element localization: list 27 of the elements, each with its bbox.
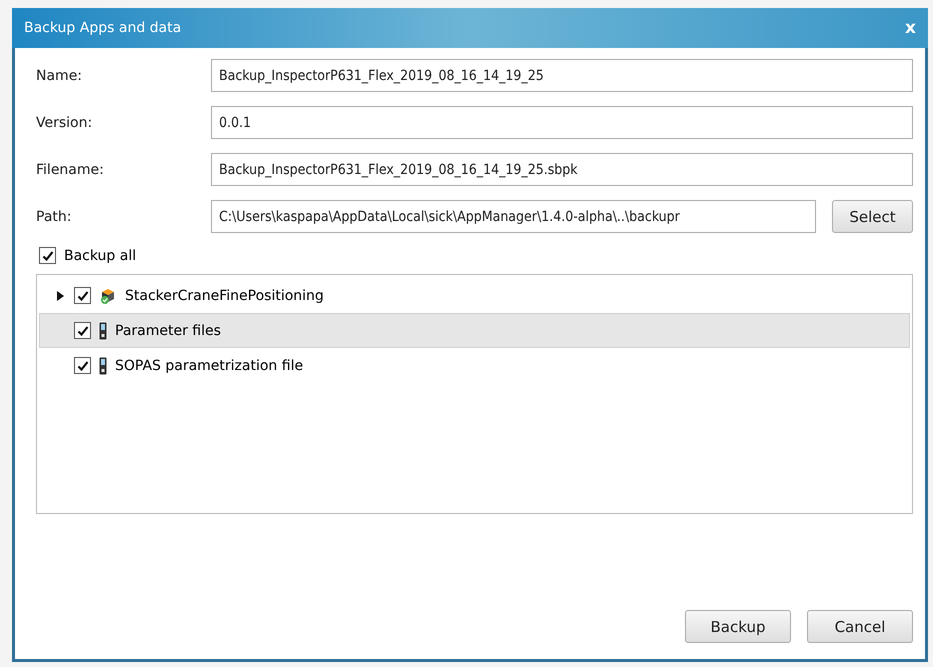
input-field[interactable]: C:\Users\kaspapa\AppData\Local\sick\AppManager\1.4.0-alpha\..\backupr (211, 200, 816, 233)
checkbox[interactable] (74, 357, 91, 374)
checkbox[interactable] (39, 247, 56, 264)
field-label: Name: (36, 68, 84, 84)
field-label: Filename: (36, 162, 105, 178)
device-icon (99, 356, 107, 374)
window-title: Backup Apps and data (24, 20, 182, 36)
field-label: Path: (36, 208, 72, 224)
input-field[interactable]: Backup_InspectorP631_Flex_2019_08_16_14_19_25 (211, 59, 913, 92)
input-field[interactable]: 0.0.1 (211, 106, 913, 139)
dialog-button[interactable]: Backup (685, 610, 791, 643)
tree-item[interactable]: Parameter files (39, 313, 910, 348)
input-field[interactable]: Backup_InspectorP631_Flex_2019_08_16_14_19_25.sbpk (211, 153, 913, 186)
tree-item-label: SOPAS parametrization file (115, 358, 304, 374)
tree-item[interactable]: SOPAS parametrization file (39, 348, 910, 383)
device-icon (99, 322, 107, 340)
expand-arrow-icon[interactable] (56, 290, 64, 300)
tree-item-label: StackerCraneFinePositioning (125, 288, 324, 304)
field-label: Version: (36, 114, 94, 130)
tree-item[interactable]: StackerCraneFinePositioning (39, 278, 910, 313)
dialog-button[interactable]: Cancel (807, 610, 913, 643)
checkbox-label: Backup all (64, 248, 136, 264)
select-button[interactable]: Select (832, 200, 913, 233)
checkbox[interactable] (74, 322, 91, 339)
checkbox[interactable] (74, 287, 91, 304)
tree-item-label: Parameter files (115, 322, 221, 338)
package-icon (99, 286, 117, 304)
